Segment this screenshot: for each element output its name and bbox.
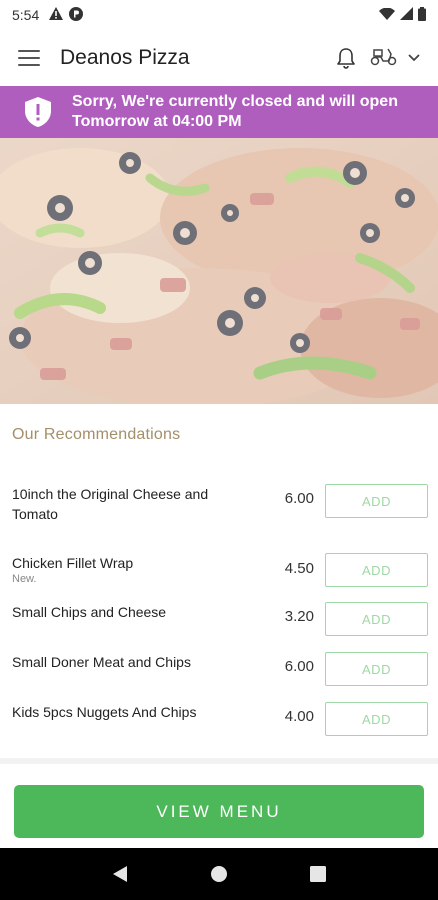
page-title: Deanos Pizza xyxy=(60,46,190,69)
recommendations-title: Our Recommendations xyxy=(12,426,181,443)
status-time: 5:54 xyxy=(12,7,40,23)
item-price: 4.50 xyxy=(284,560,314,577)
item-price: 6.00 xyxy=(284,490,314,507)
list-item: Kids 5pcs Nuggets And Chips 4.00 ADD xyxy=(12,702,428,736)
p-badge-icon xyxy=(69,6,84,24)
list-item: Small Doner Meat and Chips 6.00 ADD xyxy=(12,652,428,686)
banner-line-1: Sorry, We're currently closed and will o… xyxy=(72,93,398,110)
add-button[interactable]: ADD xyxy=(325,602,428,636)
menu-icon[interactable] xyxy=(18,50,40,66)
warning-icon xyxy=(49,7,64,23)
status-bar: 5:54 xyxy=(0,0,438,30)
item-name: Kids 5pcs Nuggets And Chips xyxy=(12,704,197,720)
banner-line-2: Tomorrow at 04:00 PM xyxy=(72,113,242,130)
item-price: 3.20 xyxy=(284,608,314,625)
item-price: 4.00 xyxy=(284,708,314,725)
signal-icon xyxy=(400,7,413,23)
add-button[interactable]: ADD xyxy=(325,484,428,518)
battery-icon xyxy=(418,6,426,24)
back-icon[interactable] xyxy=(100,854,140,894)
recents-icon[interactable] xyxy=(298,854,338,894)
item-name: 10inch the Original Cheese and Tomato xyxy=(12,486,209,522)
section-divider xyxy=(0,758,438,764)
add-button[interactable]: ADD xyxy=(325,652,428,686)
item-name: Chicken Fillet Wrap xyxy=(12,555,134,571)
view-menu-button[interactable]: VIEW MENU xyxy=(14,785,424,838)
item-name: Small Doner Meat and Chips xyxy=(12,654,191,670)
add-button[interactable]: ADD xyxy=(325,702,428,736)
system-nav-bar xyxy=(0,848,438,900)
list-item: 10inch the Original Cheese and Tomato 6.… xyxy=(12,484,428,528)
hero-pizza-image xyxy=(0,138,438,404)
closed-banner: Sorry, We're currently closed and will o… xyxy=(0,86,438,138)
bell-icon[interactable] xyxy=(336,47,356,69)
add-button[interactable]: ADD xyxy=(325,553,428,587)
item-name: Small Chips and Cheese xyxy=(12,604,167,620)
chevron-down-icon xyxy=(408,49,420,67)
list-item: Small Chips and Cheese 3.20 ADD xyxy=(12,602,428,636)
wifi-icon xyxy=(379,7,395,23)
delivery-mode-selector[interactable] xyxy=(370,46,420,71)
home-icon[interactable] xyxy=(199,854,239,894)
app-bar: Deanos Pizza xyxy=(0,30,438,86)
item-price: 6.00 xyxy=(284,658,314,675)
shield-alert-icon xyxy=(24,96,52,128)
scooter-icon xyxy=(370,46,398,71)
item-note: New. xyxy=(12,573,37,585)
recommendations-section: Our Recommendations 10inch the Original … xyxy=(0,404,438,758)
list-item: Chicken Fillet Wrap New. 4.50 ADD xyxy=(12,553,428,589)
